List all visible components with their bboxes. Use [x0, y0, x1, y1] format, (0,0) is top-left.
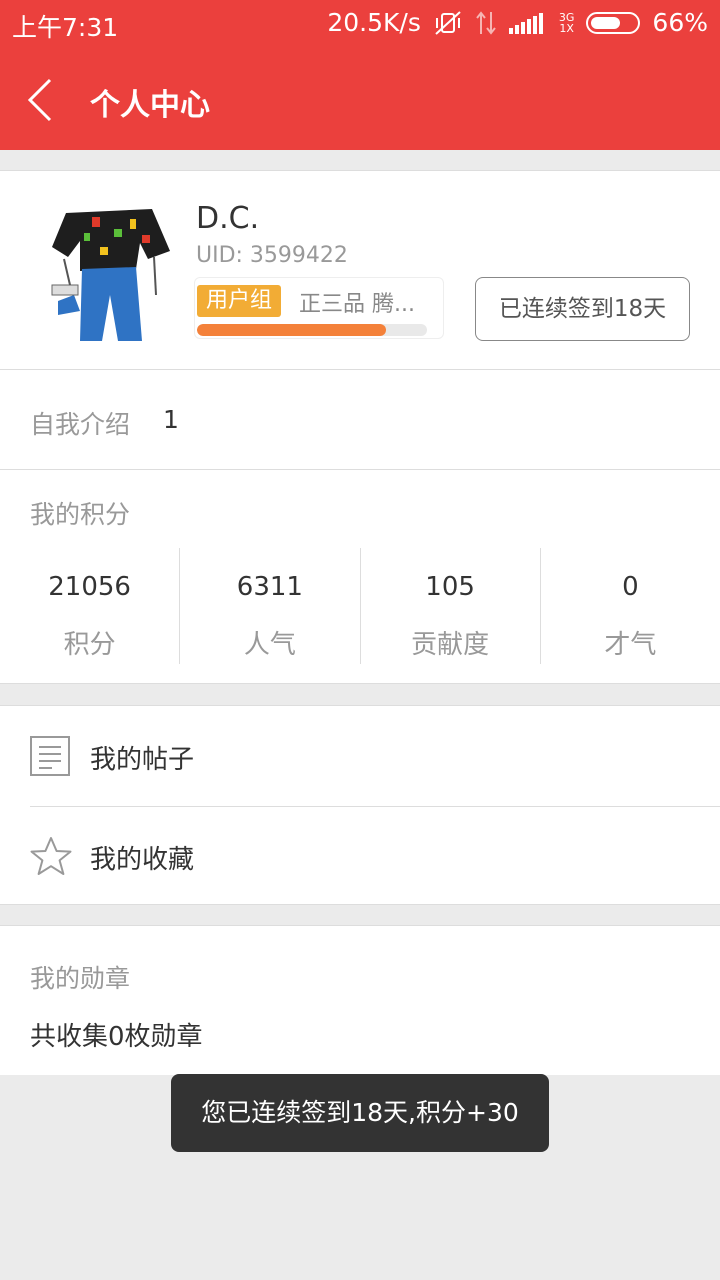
user-group-badge: 用户组 [197, 285, 282, 317]
self-intro-value: 1 [163, 405, 179, 434]
stat-value: 21056 [48, 572, 131, 602]
level-progress-bar [197, 324, 427, 336]
points-section-label: 我的积分 [30, 500, 131, 529]
stat-points[interactable]: 21056 积分 [0, 548, 181, 664]
menu-item-my-favorites[interactable]: 我的收藏 [0, 806, 720, 906]
medals-section: 我的勋章 共收集0枚勋章 [0, 925, 720, 1075]
stat-talent[interactable]: 0 才气 [541, 548, 720, 664]
menu-item-label: 我的收藏 [90, 845, 195, 875]
menu-item-my-posts[interactable]: 我的帖子 [0, 706, 720, 807]
toast-message: 您已连续签到18天,积分+30 [171, 1074, 549, 1152]
profile-card: D.C. UID: 3599422 用户组 正三品 腾... 已连续签到18天 [0, 170, 720, 370]
stat-label: 人气 [243, 630, 296, 660]
stat-label: 贡献度 [411, 630, 490, 660]
net-speed: 20.5K/s [327, 8, 421, 37]
status-bar: 上午7:31 20.5K/s 3G 1X 66% [0, 0, 720, 50]
username: D.C. [196, 201, 260, 236]
app-bar: 个人中心 [0, 50, 720, 150]
avatar[interactable] [44, 199, 174, 341]
stat-value: 105 [425, 572, 475, 602]
level-progress-fill [197, 324, 386, 336]
self-intro-label: 自我介绍 [30, 410, 131, 439]
status-time: 上午7:31 [12, 13, 119, 42]
chevron-left-icon [27, 78, 52, 122]
data-transfer-icon [475, 10, 497, 36]
checkin-button[interactable]: 已连续签到18天 [475, 277, 690, 341]
points-stats: 21056 积分 6311 人气 105 贡献度 0 才气 [0, 548, 720, 664]
battery-icon [586, 11, 641, 34]
document-icon [30, 736, 70, 776]
user-id: UID: 3599422 [196, 243, 348, 268]
menu-list: 我的帖子 我的收藏 [0, 705, 720, 905]
stat-popularity[interactable]: 6311 人气 [180, 548, 361, 664]
network-type: 3G 1X [558, 10, 575, 35]
menu-item-label: 我的帖子 [90, 745, 195, 775]
stat-value: 6311 [236, 572, 303, 602]
user-group-name: 正三品 腾... [299, 292, 415, 317]
self-intro-row[interactable]: 自我介绍 1 [0, 370, 720, 470]
star-icon [30, 836, 72, 876]
page-title: 个人中心 [90, 88, 210, 123]
stat-value: 0 [622, 572, 639, 602]
signal-icon [508, 12, 547, 34]
battery-percent: 66% [652, 8, 708, 37]
points-section: 我的积分 21056 积分 6311 人气 105 贡献度 0 才气 [0, 470, 720, 684]
stat-label: 才气 [604, 630, 657, 660]
user-level-box: 用户组 正三品 腾... [194, 277, 444, 339]
stat-label: 积分 [63, 630, 116, 660]
vibrate-off-icon [433, 10, 463, 36]
medals-label: 我的勋章 [30, 964, 131, 993]
stat-contribution[interactable]: 105 贡献度 [361, 548, 541, 664]
medals-count: 共收集0枚勋章 [30, 1022, 203, 1052]
back-button[interactable] [20, 78, 60, 122]
